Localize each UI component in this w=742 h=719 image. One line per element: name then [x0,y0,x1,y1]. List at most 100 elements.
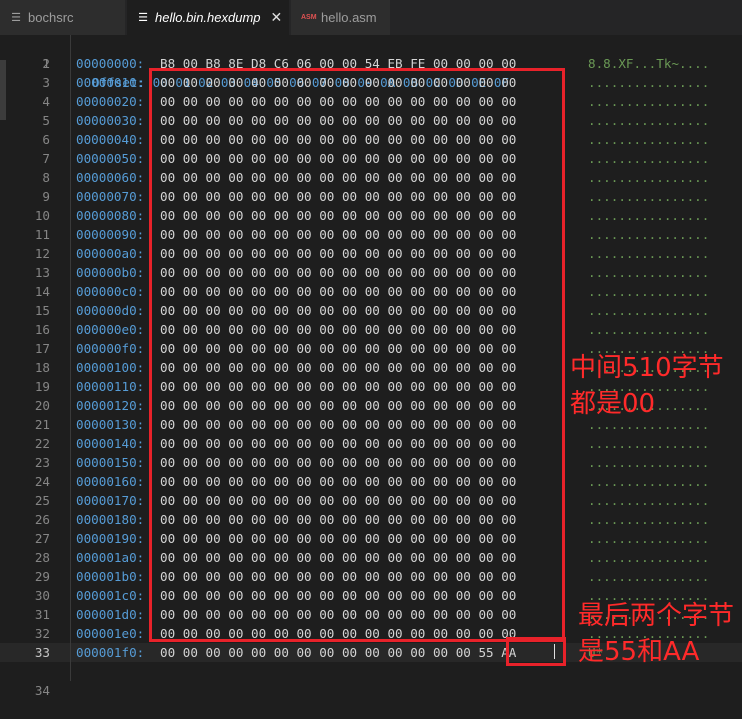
line-number: 18 [34,360,50,375]
tab-label: hello.bin.hexdump [155,10,261,25]
offset-cell: 000000a0: [76,246,145,261]
offset-cell: 00000050: [76,151,145,166]
line-number: 25 [34,493,50,508]
line-number: 30 [34,588,50,603]
offset-cell: 000000d0: [76,303,145,318]
ascii-cell: ................ [588,189,710,204]
ascii-cell: ................ [588,474,710,489]
ascii-cell: ................ [588,94,710,109]
line-number: 17 [34,341,50,356]
offset-cell: 00000080: [76,208,145,223]
line-number: 16 [34,322,50,337]
offset-cell: 000001a0: [76,550,145,565]
offset-cell: 00000140: [76,436,145,451]
line-number: 11 [34,227,50,242]
tab-bochsrc[interactable]: ☰ bochsrc [0,0,126,35]
offset-cell: 00000160: [76,474,145,489]
ascii-cell: 8.8.XF...Tk~.... [588,56,710,71]
line-number: 9 [42,189,50,204]
annotation-last-line1: 最后两个字节 [578,601,735,631]
offset-cell: 00000030: [76,113,145,128]
offset-cell: 000001d0: [76,607,145,622]
header-row: 1 Offset: 00 01 02 03 04 05 06 07 08 09 … [0,35,742,90]
ascii-cell: ................ [588,436,710,451]
ascii-cell: ................ [588,512,710,527]
highlight-box-last-bytes [506,637,566,666]
line-number: 8 [42,170,50,185]
line-number: 20 [34,398,50,413]
offset-cell: 00000190: [76,531,145,546]
line-number: 15 [34,303,50,318]
line-number: 33 [34,645,50,660]
ascii-cell: ................ [588,303,710,318]
ascii-cell: ................ [588,75,710,90]
offset-cell: 00000120: [76,398,145,413]
offset-cell: 00000000: [76,56,145,71]
offset-cell: 000000f0: [76,341,145,356]
offset-cell: 00000020: [76,94,145,109]
ascii-cell: ................ [588,113,710,128]
line-number: 28 [34,550,50,565]
offset-cell: 00000070: [76,189,145,204]
line-number: 26 [34,512,50,527]
ascii-cell: ................ [588,170,710,185]
offset-cell: 00000130: [76,417,145,432]
line-number: 31 [34,607,50,622]
offset-cell: 000000c0: [76,284,145,299]
line-number: 7 [42,151,50,166]
ascii-cell: ................ [588,550,710,565]
offset-cell: 00000100: [76,360,145,375]
ascii-cell: ................ [588,531,710,546]
ascii-cell: ................ [588,208,710,223]
offset-cell: 000001f0: [76,645,145,660]
tab-label: hello.asm [321,10,377,25]
offset-cell: 00000010: [76,75,145,90]
line-number: 29 [34,569,50,584]
line-number: 3 [42,75,50,90]
annotation-last-line2: 是55和AA [578,637,700,667]
line-number: 27 [34,531,50,546]
line-number: 34 [34,683,50,698]
ascii-cell: ................ [588,265,710,280]
offset-cell: 00000170: [76,493,145,508]
line-number: 24 [34,474,50,489]
indent-guide [70,35,71,681]
offset-cell: 000001b0: [76,569,145,584]
ascii-cell: ................ [588,569,710,584]
line-number: 2 [42,56,50,71]
hex-bytes: 00 00 00 00 00 00 00 00 00 00 00 00 00 0… [160,645,517,660]
offset-cell: 000001e0: [76,626,145,641]
line-number: 5 [42,113,50,128]
annotation-middle-line2: 都是00 [570,389,656,419]
tab-bar: ☰ bochsrc ☰ hello.bin.hexdump ✕ ASM hell… [0,0,742,35]
line-number: 4 [42,94,50,109]
offset-cell: 00000040: [76,132,145,147]
line-number: 23 [34,455,50,470]
ascii-cell: ................ [588,284,710,299]
line-number: 22 [34,436,50,451]
ascii-cell: ................ [588,132,710,147]
line-number: 19 [34,379,50,394]
offset-cell: 00000150: [76,455,145,470]
offset-cell: 00000110: [76,379,145,394]
tab-label: bochsrc [28,10,74,25]
text-cursor [554,644,555,659]
ascii-cell: ................ [588,455,710,470]
close-icon[interactable]: ✕ [271,9,283,26]
offset-cell: 000000e0: [76,322,145,337]
minimap-edge [0,60,6,120]
line-number: 21 [34,417,50,432]
offset-cell: 000000b0: [76,265,145,280]
tab-hello-asm[interactable]: ASM hello.asm [291,0,391,35]
highlight-box-middle-bytes [149,68,565,642]
tab-hello-bin-hexdump[interactable]: ☰ hello.bin.hexdump ✕ [127,0,290,35]
lines-icon: ☰ [138,12,148,24]
ascii-cell: ................ [588,227,710,242]
offset-cell: 00000060: [76,170,145,185]
lines-icon: ☰ [11,12,21,24]
ascii-cell: ................ [588,493,710,508]
line-number: 14 [34,284,50,299]
ascii-cell: ................ [588,246,710,261]
offset-cell: 000001c0: [76,588,145,603]
offset-cell: 00000090: [76,227,145,242]
